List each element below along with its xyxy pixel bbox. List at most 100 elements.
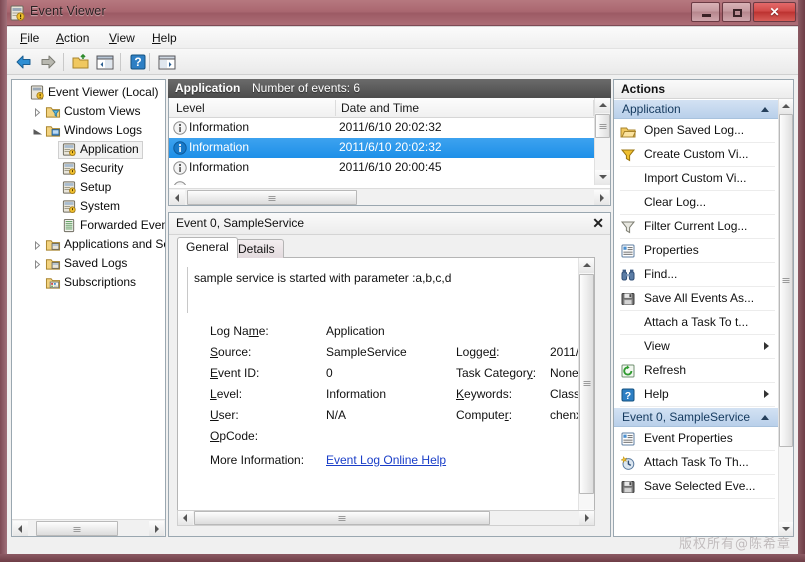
detail-vscroll-thumb[interactable]: [579, 274, 594, 494]
help-question-icon[interactable]: ?: [127, 52, 149, 72]
menu-action[interactable]: Action: [49, 30, 96, 47]
event-row[interactable]: Information 2011/6/10 20:02:32: [169, 138, 594, 158]
field-label-source: Source:: [210, 345, 252, 359]
action-filter-current-log[interactable]: Filter Current Log...: [614, 215, 779, 239]
scroll-right-arrow-icon[interactable]: [149, 521, 164, 536]
action-save-all-events-as[interactable]: Save All Events As...: [614, 287, 779, 311]
scroll-up-arrow-icon[interactable]: [579, 258, 594, 273]
actions-group-header-application[interactable]: Application: [614, 99, 779, 119]
action-clear-log[interactable]: Clear Log...: [614, 191, 779, 215]
events-hscroll-thumb[interactable]: [187, 190, 357, 205]
scroll-up-arrow-icon[interactable]: [595, 98, 610, 113]
event-row[interactable]: [169, 178, 594, 185]
events-vertical-scrollbar[interactable]: [594, 98, 610, 185]
scroll-right-arrow-icon[interactable]: [579, 511, 594, 525]
maximize-button[interactable]: [722, 2, 751, 22]
action-import-custom-view[interactable]: Import Custom Vi...: [614, 167, 779, 191]
tree-item-applications-and-services-logs[interactable]: Applications and Services Logs: [12, 235, 165, 254]
tree-item-custom-views[interactable]: Custom Views: [12, 102, 165, 121]
event-log-online-help-link[interactable]: Event Log Online Help: [326, 453, 446, 467]
tree-item-application[interactable]: Application: [12, 140, 165, 159]
collapse-chevron-icon[interactable]: [761, 107, 769, 112]
chevron-right-icon[interactable]: [33, 241, 42, 250]
tree-item-label: Application: [80, 142, 139, 156]
event-detail-pane: Event 0, SampleService ✕ General Details…: [168, 212, 611, 537]
action-properties[interactable]: Properties: [614, 239, 779, 263]
action-help[interactable]: ? Help: [614, 383, 779, 407]
detail-horizontal-scrollbar[interactable]: [177, 510, 595, 526]
actions-vertical-scrollbar[interactable]: [778, 99, 793, 536]
tree-item-saved-logs[interactable]: Saved Logs: [12, 254, 165, 273]
minimize-button[interactable]: [691, 2, 720, 22]
scroll-left-arrow-icon[interactable]: [13, 521, 28, 536]
event-row[interactable]: Information 2011/6/10 20:00:45: [169, 158, 594, 178]
action-create-custom-view[interactable]: Create Custom Vi...: [614, 143, 779, 167]
action-find[interactable]: Find...: [614, 263, 779, 287]
actions-list: Application Open Saved Log... Create Cus…: [614, 99, 779, 536]
close-icon: ✕: [769, 5, 780, 19]
tree-item-label: Forwarded Events: [80, 218, 165, 232]
save-icon: [621, 293, 635, 306]
event-level: Information: [189, 120, 250, 134]
tree-hscroll-thumb[interactable]: [36, 521, 118, 536]
actions-group-header-event[interactable]: Event 0, SampleService: [614, 407, 779, 427]
tree-item-security[interactable]: Security: [12, 159, 165, 178]
action-attach-a-task-to-this-log[interactable]: Attach a Task To t...: [614, 311, 779, 335]
scroll-down-arrow-icon[interactable]: [595, 170, 610, 185]
toolbar-separator-3: [149, 53, 150, 71]
events-list[interactable]: Level Date and Time Information 2011/6/1…: [168, 98, 611, 206]
open-folder-icon[interactable]: [70, 52, 92, 72]
scroll-left-arrow-icon[interactable]: [170, 190, 185, 205]
actions-vscroll-thumb[interactable]: [779, 114, 793, 447]
events-vscroll-thumb[interactable]: [595, 114, 610, 138]
close-button[interactable]: ✕: [753, 2, 796, 22]
detail-caption-title: Event 0, SampleService: [176, 216, 305, 230]
toolbar-separator-1: [63, 53, 64, 71]
menu-view[interactable]: View: [102, 30, 142, 47]
submenu-chevron-icon: [764, 390, 769, 398]
collapse-chevron-icon[interactable]: [761, 415, 769, 420]
detail-vertical-scrollbar[interactable]: [578, 258, 594, 524]
tree-item-forwarded-events[interactable]: Forwarded Events: [12, 216, 165, 235]
action-view[interactable]: View: [614, 335, 779, 359]
forwarded-events-icon: [63, 218, 75, 233]
action-event-properties[interactable]: Event Properties: [614, 427, 779, 451]
tree-item-subscriptions[interactable]: Subscriptions: [12, 273, 165, 292]
scroll-right-arrow-icon[interactable]: [594, 190, 609, 205]
scroll-up-arrow-icon[interactable]: [779, 99, 793, 114]
show-console-tree-icon[interactable]: [94, 52, 116, 72]
tree-item-label: Saved Logs: [64, 256, 128, 270]
event-row[interactable]: Information 2011/6/10 20:02:32: [169, 118, 594, 138]
scroll-left-arrow-icon[interactable]: [178, 511, 193, 525]
tab-general[interactable]: General: [177, 237, 238, 258]
field-label-computer: Computer:: [456, 408, 513, 422]
tree-horizontal-scrollbar[interactable]: [12, 519, 165, 536]
action-open-saved-log[interactable]: Open Saved Log...: [614, 119, 779, 143]
column-divider[interactable]: [335, 100, 336, 116]
chevron-right-icon[interactable]: [33, 108, 42, 117]
back-arrow-icon[interactable]: [13, 52, 35, 72]
detail-hscroll-thumb[interactable]: [194, 511, 490, 525]
tree-item-system[interactable]: System: [12, 197, 165, 216]
action-attach-task-to-this-event[interactable]: Attach Task To Th...: [614, 451, 779, 475]
close-icon[interactable]: ✕: [592, 216, 604, 230]
menu-help[interactable]: Help: [145, 30, 184, 47]
events-horizontal-scrollbar[interactable]: [169, 188, 610, 205]
maximize-glyph: [733, 9, 742, 17]
action-save-selected-events[interactable]: Save Selected Eve...: [614, 475, 779, 499]
actions-pane: Actions Application Open Saved Log... Cr…: [613, 79, 794, 537]
forward-arrow-icon[interactable]: [37, 52, 59, 72]
tree-item-event-viewer-local[interactable]: Event Viewer (Local): [12, 83, 165, 102]
information-icon: [174, 181, 186, 185]
chevron-down-icon[interactable]: [33, 127, 42, 136]
column-header-date-time[interactable]: Date and Time: [341, 101, 419, 115]
svg-text:?: ?: [625, 390, 631, 402]
tree-item-windows-logs[interactable]: Windows Logs: [12, 121, 165, 140]
tree-item-setup[interactable]: Setup: [12, 178, 165, 197]
show-action-pane-icon[interactable]: [156, 52, 178, 72]
menu-file[interactable]: FFileile: [13, 30, 46, 47]
chevron-right-icon[interactable]: [33, 260, 42, 269]
action-label: Filter Current Log...: [644, 219, 748, 233]
column-header-level[interactable]: Level: [176, 101, 205, 115]
action-refresh[interactable]: Refresh: [614, 359, 779, 383]
